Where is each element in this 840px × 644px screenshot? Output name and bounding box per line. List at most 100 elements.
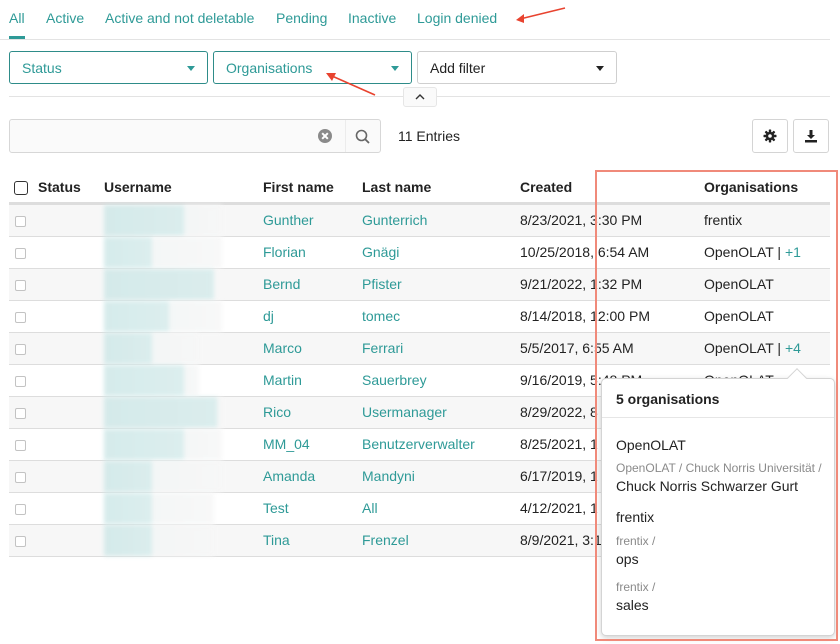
last-name-link[interactable]: Ferrari [362, 340, 403, 356]
row-checkbox[interactable] [15, 503, 26, 515]
org-item: frentix [616, 506, 654, 525]
search-input[interactable] [10, 120, 310, 152]
last-name-link[interactable]: Sauerbrey [362, 372, 427, 388]
org-item: OpenOLAT [616, 434, 686, 453]
first-name-link[interactable]: Florian [263, 244, 306, 260]
last-name-link[interactable]: tomec [362, 308, 400, 324]
last-name-cell: Gunterrich [362, 203, 520, 237]
username-redacted [104, 524, 214, 556]
select-all-checkbox[interactable] [14, 180, 28, 195]
last-name-cell: Sauerbrey [362, 364, 520, 397]
collapse-filters-button[interactable] [403, 87, 437, 107]
first-name-cell: dj [263, 300, 362, 333]
username-cell [104, 428, 263, 461]
first-name-cell: Tina [263, 524, 362, 557]
header-status-label[interactable]: Status [38, 179, 81, 195]
first-name-link[interactable]: dj [263, 308, 274, 324]
row-checkbox[interactable] [15, 247, 26, 259]
first-name-link[interactable]: Rico [263, 404, 291, 420]
first-name-cell: Test [263, 492, 362, 525]
header-first-name[interactable]: First name [263, 172, 362, 205]
tab-active-not-deletable[interactable]: Active and not deletable [105, 10, 254, 26]
organisation-name: OpenOLAT | [704, 340, 785, 356]
header-username[interactable]: Username [104, 172, 263, 205]
last-name-link[interactable]: All [362, 500, 378, 516]
last-name-link[interactable]: Frenzel [362, 532, 409, 548]
organisations-cell: frentix [704, 203, 830, 237]
created-cell: 9/21/2022, 1:32 PM [520, 268, 704, 301]
search-icon[interactable] [354, 128, 372, 146]
last-name-link[interactable]: Mandyni [362, 468, 415, 484]
tab-pending[interactable]: Pending [276, 10, 327, 26]
clear-icon[interactable] [318, 129, 332, 143]
more-organisations-link[interactable]: +4 [785, 340, 801, 356]
caret-down-icon [391, 66, 399, 71]
search-box [9, 119, 381, 153]
table-row[interactable]: Gunther Gunterrich 8/23/2021, 3:30 PM frent… [9, 203, 830, 237]
more-organisations-link[interactable]: +1 [785, 244, 801, 260]
status-cell [9, 428, 104, 461]
row-checkbox[interactable] [15, 471, 26, 483]
last-name-cell: Ferrari [362, 332, 520, 365]
popover-title: 5 organisations [616, 391, 720, 407]
org-name: sales [616, 597, 649, 613]
last-name-link[interactable]: Usermanager [362, 404, 447, 420]
first-name-link[interactable]: Bernd [263, 276, 300, 292]
last-name-cell: Frenzel [362, 524, 520, 557]
first-name-link[interactable]: Tina [263, 532, 290, 548]
header-last-name[interactable]: Last name [362, 172, 520, 205]
table-settings-button[interactable] [752, 119, 788, 153]
row-checkbox[interactable] [15, 375, 26, 387]
row-checkbox[interactable] [15, 311, 26, 323]
username-redacted [104, 460, 222, 492]
organisations-cell: OpenOLAT | +1 [704, 236, 830, 269]
row-checkbox[interactable] [15, 407, 26, 419]
tab-active[interactable]: Active [46, 10, 84, 26]
add-filter-dropdown[interactable]: Add filter [417, 51, 617, 84]
username-cell [104, 492, 263, 525]
first-name-link[interactable]: Amanda [263, 468, 315, 484]
header-created[interactable]: Created [520, 172, 704, 205]
add-filter-label: Add filter [430, 59, 486, 76]
first-name-link[interactable]: MM_04 [263, 436, 310, 452]
row-checkbox[interactable] [15, 215, 26, 227]
download-icon [805, 130, 817, 143]
first-name-link[interactable]: Marco [263, 340, 302, 356]
first-name-link[interactable]: Gunther [263, 212, 314, 228]
tab-all[interactable]: All [9, 10, 25, 39]
row-checkbox[interactable] [15, 535, 26, 547]
table-row[interactable]: dj tomec 8/14/2018, 12:00 PM OpenOLAT [9, 300, 830, 333]
status-cell [9, 268, 104, 301]
header-organisations[interactable]: Organisations [704, 172, 830, 205]
status-cell [9, 332, 104, 365]
last-name-link[interactable]: Gunterrich [362, 212, 427, 228]
first-name-link[interactable]: Martin [263, 372, 302, 388]
search-separator [345, 120, 346, 152]
table-header-row: Status Username First name Last name Cre… [9, 172, 830, 205]
organisations-filter[interactable]: Organisations [213, 51, 412, 84]
last-name-link[interactable]: Pfister [362, 276, 402, 292]
row-checkbox[interactable] [15, 439, 26, 451]
last-name-link[interactable]: Benutzerverwalter [362, 436, 475, 452]
organisations-cell: OpenOLAT | +4 [704, 332, 830, 365]
table-row[interactable]: Marco Ferrari 5/5/2017, 6:55 AM OpenOLAT | … [9, 332, 830, 365]
row-checkbox[interactable] [15, 279, 26, 291]
status-filter[interactable]: Status [9, 51, 208, 84]
last-name-link[interactable]: Gnägi [362, 244, 399, 260]
row-checkbox[interactable] [15, 343, 26, 355]
table-row[interactable]: Bernd Pfister 9/21/2022, 1:32 PM OpenOLAT [9, 268, 830, 301]
table-row[interactable]: Florian Gnägi 10/25/2018, 6:54 AM OpenOLAT … [9, 236, 830, 269]
tab-login-denied[interactable]: Login denied [417, 10, 497, 26]
organisations-filter-label: Organisations [226, 59, 313, 76]
created-cell: 8/14/2018, 12:00 PM [520, 300, 704, 333]
export-button[interactable] [793, 119, 829, 153]
first-name-link[interactable]: Test [263, 500, 289, 516]
org-item: OpenOLAT / Chuck Norris Universität / Ch… [616, 461, 822, 494]
last-name-cell: Benutzerverwalter [362, 428, 520, 461]
tab-inactive[interactable]: Inactive [348, 10, 396, 26]
first-name-cell: Gunther [263, 203, 362, 237]
status-cell [9, 396, 104, 429]
username-cell [104, 524, 263, 557]
last-name-cell: Gnägi [362, 236, 520, 269]
first-name-cell: Rico [263, 396, 362, 429]
